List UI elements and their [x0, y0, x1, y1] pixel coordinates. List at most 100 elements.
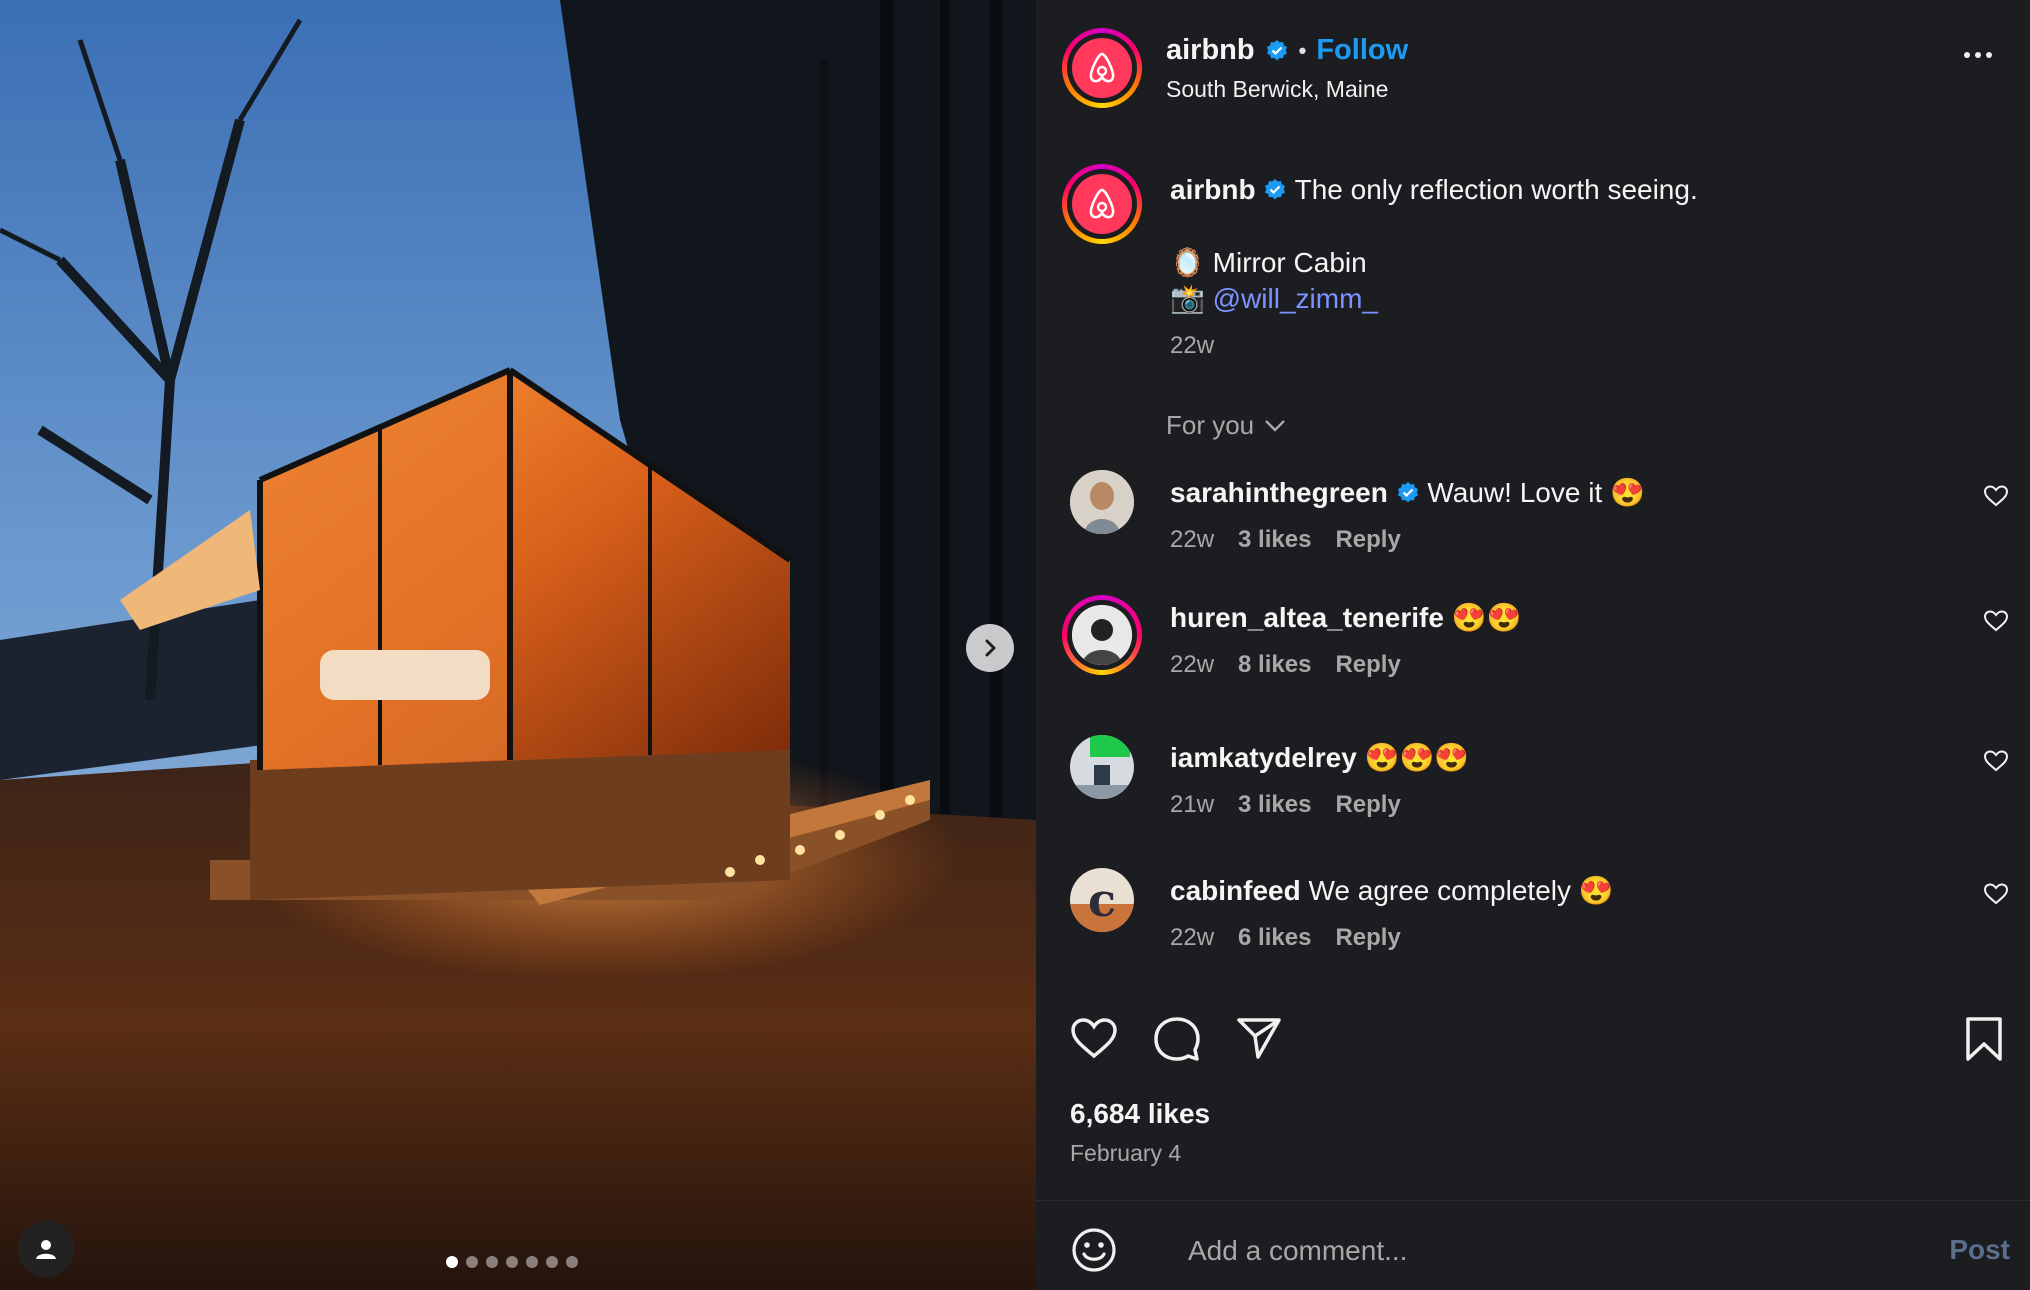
- caption-age: 22w: [1170, 332, 1215, 359]
- post-comment-button[interactable]: Post: [1949, 1234, 2010, 1266]
- reply-button[interactable]: Reply: [1335, 924, 1400, 952]
- heart-icon[interactable]: [1983, 484, 2009, 508]
- tagged-users-button[interactable]: [18, 1221, 74, 1277]
- commenter-avatar[interactable]: [1062, 595, 1142, 675]
- comment-text: Wauw! Love it 😍: [1427, 477, 1645, 508]
- author-avatar[interactable]: [1062, 28, 1142, 108]
- comment-age: 21w: [1170, 791, 1215, 818]
- chevron-right-icon: [985, 639, 996, 657]
- comment-age: 22w: [1170, 924, 1215, 951]
- carousel-indicator: [446, 1256, 578, 1268]
- carousel-dot: [486, 1256, 498, 1268]
- comment-meta: 22w 6 likes Reply: [1170, 924, 1401, 952]
- comment-text: 😍😍: [1451, 602, 1522, 633]
- comment-username[interactable]: cabinfeed: [1170, 875, 1301, 906]
- comment-body: cabinfeed We agree completely 😍: [1170, 874, 1614, 907]
- carousel-dot: [526, 1256, 538, 1268]
- comment-likes[interactable]: 6 likes: [1238, 924, 1311, 952]
- more-options-button[interactable]: [1964, 52, 1992, 58]
- carousel-dot: [566, 1256, 578, 1268]
- comment-likes[interactable]: 3 likes: [1238, 791, 1311, 819]
- more-dot: [1975, 52, 1981, 58]
- comment-likes[interactable]: 3 likes: [1238, 526, 1311, 554]
- carousel-dot: [506, 1256, 518, 1268]
- comment-meta: 22w 8 likes Reply: [1170, 651, 1401, 679]
- separator-dot: •: [1298, 37, 1307, 63]
- cabin-photo-image: [0, 0, 1036, 1290]
- post-location[interactable]: South Berwick, Maine: [1166, 76, 1388, 103]
- comment-item: sarahinthegreen Wauw! Love it 😍 22w 3 li…: [1036, 470, 2030, 580]
- svg-text:c: c: [1088, 873, 1116, 927]
- next-photo-button[interactable]: [966, 624, 1014, 672]
- comment-bubble-icon[interactable]: [1154, 1016, 1200, 1062]
- caption-cabin-name: Mirror Cabin: [1212, 247, 1367, 278]
- post-photo[interactable]: [0, 0, 1036, 1290]
- commenter-avatar[interactable]: c: [1070, 868, 1134, 932]
- person-avatar-icon: [1070, 470, 1134, 534]
- comment-text: We agree completely 😍: [1308, 875, 1614, 906]
- post-side-panel: airbnb • Follow South Berwick, Maine air…: [1036, 0, 2030, 1290]
- caption-first-line: airbnb The only reflection worth seeing.: [1170, 172, 1698, 208]
- comment-username[interactable]: sarahinthegreen: [1170, 477, 1388, 508]
- airbnb-logo-icon: [1089, 52, 1115, 83]
- commenter-avatar[interactable]: [1070, 735, 1134, 799]
- comment-sort-dropdown[interactable]: For you: [1166, 410, 1286, 441]
- follow-button[interactable]: Follow: [1316, 34, 1408, 67]
- comment-username[interactable]: iamkatydelrey: [1170, 742, 1357, 773]
- more-dot: [1964, 52, 1970, 58]
- photographer-mention-link[interactable]: @will_zimm_: [1213, 283, 1378, 314]
- like-heart-icon[interactable]: [1070, 1016, 1118, 1060]
- share-send-icon[interactable]: [1236, 1016, 1282, 1060]
- like-count[interactable]: 6,684 likes: [1070, 1098, 1210, 1130]
- chevron-down-icon: [1265, 419, 1286, 432]
- post-date: February 4: [1070, 1140, 1182, 1166]
- caption-line-cabin: 🪞 Mirror Cabin: [1170, 246, 1367, 279]
- commenter-avatar[interactable]: [1070, 470, 1134, 534]
- reply-button[interactable]: Reply: [1335, 791, 1400, 819]
- comment-item: c cabinfeed We agree completely 😍 22w 6 …: [1036, 868, 2030, 978]
- comment-body: huren_altea_tenerife 😍😍: [1170, 601, 1521, 634]
- heart-icon[interactable]: [1983, 749, 2009, 773]
- verified-badge-icon: [1265, 179, 1286, 200]
- more-dot: [1986, 52, 1992, 58]
- comment-meta: 21w 3 likes Reply: [1170, 791, 1401, 819]
- comment-composer: Post: [1070, 1224, 2010, 1278]
- divider: [1036, 1200, 2030, 1201]
- bookmark-icon[interactable]: [1964, 1016, 2004, 1062]
- camera-emoji: 📸: [1170, 283, 1205, 314]
- heart-icon[interactable]: [1983, 882, 2009, 906]
- comment-meta: 22w 3 likes Reply: [1170, 526, 1401, 554]
- emoji-picker-icon[interactable]: [1070, 1226, 1118, 1274]
- sort-label: For you: [1166, 410, 1255, 440]
- carousel-dot: [546, 1256, 558, 1268]
- caption-author-avatar[interactable]: [1062, 164, 1142, 244]
- person-avatar-icon: [1072, 605, 1132, 665]
- caption-line-credit: 📸 @will_zimm_: [1170, 282, 1378, 315]
- comment-item: huren_altea_tenerife 😍😍 22w 8 likes Repl…: [1036, 595, 2030, 705]
- comment-body: iamkatydelrey 😍😍😍: [1170, 741, 1469, 774]
- heart-icon[interactable]: [1983, 609, 2009, 633]
- comment-text: 😍😍😍: [1364, 742, 1470, 773]
- comment-username[interactable]: huren_altea_tenerife: [1170, 602, 1444, 633]
- reply-button[interactable]: Reply: [1335, 526, 1400, 554]
- verified-badge-icon: [1397, 482, 1418, 503]
- reply-button[interactable]: Reply: [1335, 651, 1400, 679]
- comment-item: iamkatydelrey 😍😍😍 21w 3 likes Reply: [1036, 735, 2030, 845]
- caption-username[interactable]: airbnb: [1170, 174, 1256, 205]
- author-username[interactable]: airbnb: [1166, 34, 1255, 67]
- comment-input[interactable]: [1186, 1228, 1890, 1274]
- airbnb-logo-icon: [1089, 188, 1115, 219]
- cabinfeed-logo-icon: c: [1070, 868, 1134, 932]
- carousel-dot: [466, 1256, 478, 1268]
- verified-badge-icon: [1266, 39, 1287, 60]
- user-icon: [36, 1240, 56, 1259]
- mirror-emoji: 🪞: [1170, 247, 1205, 278]
- carousel-dot: [446, 1256, 458, 1268]
- person-avatar-icon: [1070, 735, 1134, 799]
- comment-age: 22w: [1170, 526, 1215, 553]
- caption-text: The only reflection worth seeing.: [1294, 174, 1698, 205]
- post-actions: [1070, 1016, 1282, 1062]
- comment-body: sarahinthegreen Wauw! Love it 😍: [1170, 476, 1645, 509]
- comment-likes[interactable]: 8 likes: [1238, 651, 1311, 679]
- comment-age: 22w: [1170, 651, 1215, 678]
